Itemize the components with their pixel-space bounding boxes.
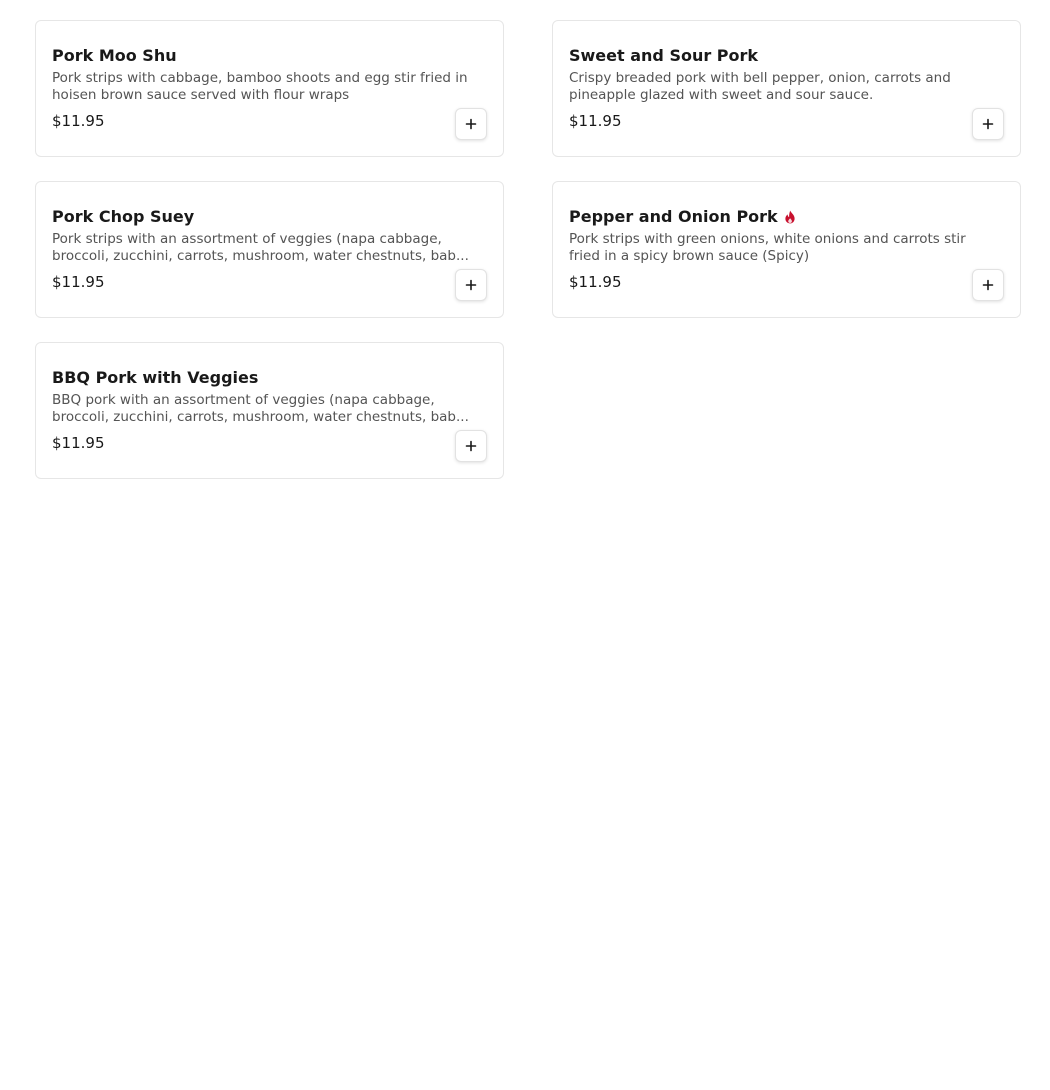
menu-item-title: BBQ Pork with Veggies bbox=[52, 367, 487, 389]
menu-item-description: BBQ pork with an assortment of veggies (… bbox=[52, 392, 469, 425]
plus-icon bbox=[982, 118, 994, 130]
menu-item-price: $11.95 bbox=[52, 273, 105, 291]
menu-item-card[interactable]: Pepper and Onion Pork Pork strips with g… bbox=[552, 181, 1021, 318]
plus-icon bbox=[982, 279, 994, 291]
menu-item-card[interactable]: Sweet and Sour Pork Crispy breaded pork … bbox=[552, 20, 1021, 157]
menu-item-card[interactable]: BBQ Pork with Veggies BBQ pork with an a… bbox=[35, 342, 504, 479]
menu-item-grid: Pork Moo Shu Pork strips with cabbage, b… bbox=[35, 20, 1021, 479]
add-item-button[interactable] bbox=[972, 108, 1004, 140]
menu-item-description: Pork strips with cabbage, bamboo shoots … bbox=[52, 70, 468, 103]
menu-item-description: Pork strips with green onions, white oni… bbox=[569, 231, 966, 264]
menu-item-name: Pork Moo Shu bbox=[52, 46, 177, 65]
menu-item-price: $11.95 bbox=[569, 273, 622, 291]
menu-item-title: Pepper and Onion Pork bbox=[569, 206, 1004, 228]
menu-item-name: Pepper and Onion Pork bbox=[569, 207, 778, 226]
menu-item-title: Pork Chop Suey bbox=[52, 206, 487, 228]
plus-icon bbox=[465, 279, 477, 291]
add-item-button[interactable] bbox=[455, 108, 487, 140]
menu-item-card[interactable]: Pork Chop Suey Pork strips with an assor… bbox=[35, 181, 504, 318]
add-item-button[interactable] bbox=[455, 269, 487, 301]
plus-icon bbox=[465, 118, 477, 130]
menu-item-name: Pork Chop Suey bbox=[52, 207, 195, 226]
menu-item-name: BBQ Pork with Veggies bbox=[52, 368, 259, 387]
menu-item-title: Pork Moo Shu bbox=[52, 45, 487, 67]
menu-item-description: Crispy breaded pork with bell pepper, on… bbox=[569, 70, 951, 103]
add-item-button[interactable] bbox=[972, 269, 1004, 301]
menu-item-price: $11.95 bbox=[52, 434, 105, 452]
menu-item-price: $11.95 bbox=[52, 112, 105, 130]
menu-item-description: Pork strips with an assortment of veggie… bbox=[52, 231, 469, 264]
plus-icon bbox=[465, 440, 477, 452]
menu-item-price: $11.95 bbox=[569, 112, 622, 130]
add-item-button[interactable] bbox=[455, 430, 487, 462]
menu-item-title: Sweet and Sour Pork bbox=[569, 45, 1004, 67]
menu-item-name: Sweet and Sour Pork bbox=[569, 46, 759, 65]
menu-item-card[interactable]: Pork Moo Shu Pork strips with cabbage, b… bbox=[35, 20, 504, 157]
flame-icon bbox=[784, 210, 796, 224]
